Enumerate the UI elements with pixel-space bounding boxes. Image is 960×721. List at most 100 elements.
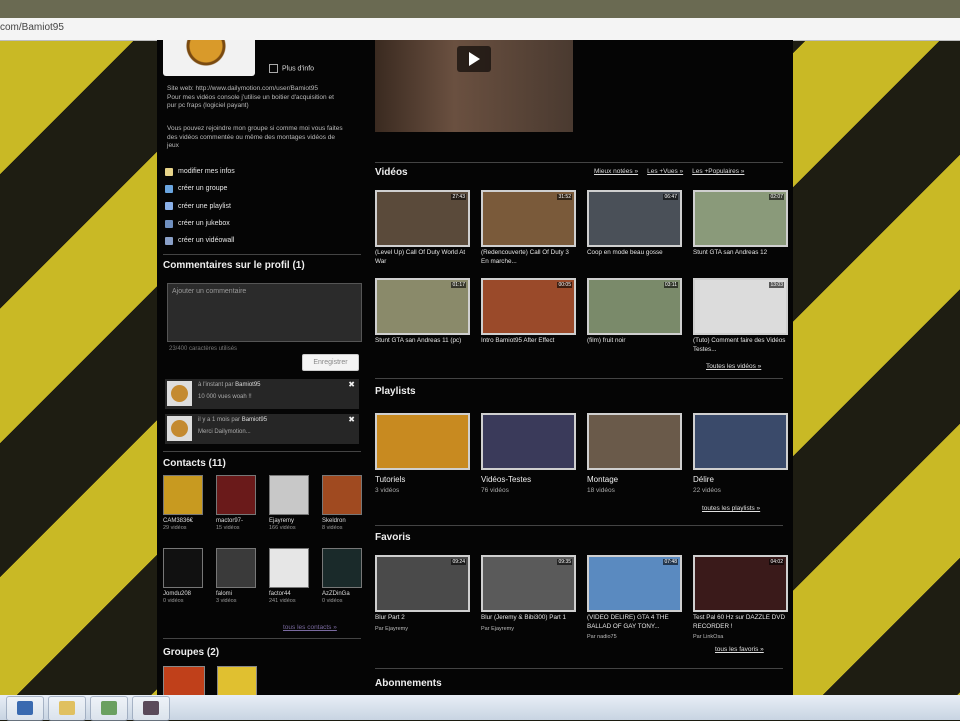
featured-video-player[interactable] (375, 40, 573, 132)
favorite-thumbnail[interactable]: 04:02 (693, 555, 788, 612)
sort-link[interactable]: Mieux notées » (594, 168, 638, 175)
avatar-image (181, 40, 231, 70)
video-thumbnail[interactable]: 13:03 (693, 278, 788, 335)
group-thumb[interactable] (217, 666, 257, 695)
play-button[interactable] (457, 46, 491, 72)
video-duration: 13:03 (769, 282, 784, 288)
video-thumbnail[interactable]: 00:05 (481, 278, 576, 335)
contact-name: falomi (216, 591, 233, 597)
favorite-item[interactable]: 09:35 Blur (Jeremy & Bibi300) Part 1 Par E… (481, 555, 576, 632)
all-videos-link[interactable]: Toutes les vidéos » (706, 363, 761, 370)
action-playlist[interactable]: créer une playlist (165, 198, 235, 215)
video-item[interactable]: 00:05 Intro Bamiot95 After Effect (481, 278, 576, 346)
address-bar[interactable]: com/Bamiot95 (0, 18, 960, 41)
video-thumbnail[interactable]: 02:07 (693, 190, 788, 247)
favorite-author: Par Ejayremy (375, 625, 409, 632)
contact-item[interactable]: CAM3836€ 29 vidéos (163, 475, 207, 531)
contact-item[interactable]: Skeldron 8 vidéos (322, 475, 366, 531)
video-title: Stunt GTA san Andreas 12 (693, 249, 768, 256)
save-button[interactable]: Enregistrer (302, 354, 359, 371)
video-item[interactable]: 31:52 (Redencouverte) Call Of Duty 3 En m… (481, 190, 576, 266)
comment-author[interactable]: Bamiot95 (235, 382, 260, 388)
action-label: créer une playlist (178, 202, 231, 210)
contact-item[interactable]: falomi 3 vidéos (216, 548, 260, 604)
taskbar-button[interactable] (132, 696, 170, 721)
playlist-item[interactable]: Montage 18 vidéos (587, 413, 682, 494)
video-item[interactable]: 27:43 (Level Up) Call Of Duty World At Wa… (375, 190, 470, 266)
video-title: (film) fruit noir (587, 337, 626, 344)
video-thumbnail[interactable]: 03:11 (587, 278, 682, 335)
playlist-thumbnail[interactable] (587, 413, 682, 470)
video-duration: 27:43 (451, 194, 466, 200)
taskbar-button[interactable] (48, 696, 86, 721)
favorite-thumbnail[interactable]: 09:35 (481, 555, 576, 612)
contact-name: mactor97- (216, 518, 244, 524)
commenter-avatar[interactable] (167, 381, 192, 406)
video-thumbnail[interactable]: 31:52 (481, 190, 576, 247)
favorite-author: Par nadio75 (587, 634, 617, 640)
commenter-avatar[interactable] (167, 416, 192, 441)
contact-avatar (216, 548, 256, 588)
desc-line: des vidéos commentée ou même des montage… (167, 133, 336, 141)
all-playlists-link[interactable]: toutes les playlists » (702, 505, 760, 512)
close-icon[interactable]: ✖ (348, 380, 355, 389)
close-icon[interactable]: ✖ (348, 415, 355, 424)
action-pencil[interactable]: modifier mes infos (165, 163, 235, 180)
video-item[interactable]: 13:03 (Tuto) Comment faire des Vidéos Tes… (693, 278, 788, 354)
favorite-thumbnail[interactable]: 09:24 (375, 555, 470, 612)
subscriptions-title: Abonnements (375, 678, 442, 689)
favorite-title: (VIDEO DELIRE) GTA 4 THE BALLAD OF GAY T… (587, 614, 669, 630)
more-info-link[interactable]: Plus d'info (269, 64, 314, 73)
video-item[interactable]: 01:17 Stunt GTA san Andreas 11 (pc) (375, 278, 470, 346)
contact-item[interactable]: AzZDinGa 0 vidéos (322, 548, 366, 604)
video-thumbnail[interactable]: 01:17 (375, 278, 470, 335)
desc-line: jeux (167, 142, 179, 149)
playlist-item[interactable]: Tutoriels 3 vidéos (375, 413, 470, 494)
taskbar-button[interactable] (90, 696, 128, 721)
comment-placeholder: Ajouter un commentaire (172, 288, 247, 295)
contact-item[interactable]: Ejayremy 166 vidéos (269, 475, 313, 531)
website-line[interactable]: Site web: http://www.dailymotion.com/use… (167, 85, 362, 94)
sort-link[interactable]: Les +Vues » (647, 168, 683, 175)
video-item[interactable]: 02:07 Stunt GTA san Andreas 12 (693, 190, 788, 258)
all-favorites-link[interactable]: tous les favoris » (715, 646, 764, 653)
favorite-item[interactable]: 07:48 (VIDEO DELIRE) GTA 4 THE BALLAD OF … (587, 555, 682, 640)
video-item[interactable]: 06:47 Coop en mode beau gosse (587, 190, 682, 258)
playlist-video-count: 18 vidéos (587, 487, 615, 494)
video-title: (Tuto) Comment faire des Vidéos Testes..… (693, 337, 786, 353)
taskbar-button[interactable] (6, 696, 44, 721)
contact-video-count: 8 vidéos (322, 525, 343, 531)
contact-name: Ejayremy (269, 518, 295, 524)
contact-item[interactable]: mactor97- 15 vidéos (216, 475, 260, 531)
favorite-thumbnail[interactable]: 07:48 (587, 555, 682, 612)
favorite-item[interactable]: 04:02 Test Pal 60 Hz sur DAZZLE DVD RECOR… (693, 555, 788, 640)
contact-item[interactable]: Jomdu208 0 vidéos (163, 548, 207, 604)
video-thumbnail[interactable]: 27:43 (375, 190, 470, 247)
video-sort-links: Mieux notées » Les +Vues » Les +Populaires… (594, 168, 753, 175)
play-icon (469, 52, 480, 66)
playlist-name: Délire (693, 475, 714, 484)
favorite-item[interactable]: 09:24 Blur Part 2 Par Ejayremy (375, 555, 470, 632)
video-thumbnail[interactable]: 06:47 (587, 190, 682, 247)
all-contacts-link[interactable]: tous les contacts » (283, 624, 337, 631)
desktop-top-strip (0, 0, 960, 18)
video-item[interactable]: 03:11 (film) fruit noir (587, 278, 682, 346)
playlist-item[interactable]: Vidéos-Testes 76 vidéos (481, 413, 576, 494)
sort-link[interactable]: Les +Populaires » (692, 168, 744, 175)
playlist-name: Tutoriels (375, 475, 406, 484)
playlist-thumbnail[interactable] (693, 413, 788, 470)
group-thumb[interactable] (163, 666, 205, 695)
action-jukebox[interactable]: créer un jukebox (165, 215, 235, 232)
divider (163, 451, 361, 452)
contact-avatar (163, 475, 203, 515)
contact-item[interactable]: factor44 241 vidéos (269, 548, 313, 604)
playlist-thumbnail[interactable] (375, 413, 470, 470)
comment-input[interactable]: Ajouter un commentaire (167, 283, 362, 342)
contact-video-count: 29 vidéos (163, 525, 187, 531)
favorite-author: Par LinkOsa (693, 634, 724, 640)
playlist-item[interactable]: Délire 22 vidéos (693, 413, 788, 494)
action-group[interactable]: créer un groupe (165, 180, 235, 197)
comment-author[interactable]: Bamiot95 (242, 417, 267, 423)
playlist-thumbnail[interactable] (481, 413, 576, 470)
action-videowall[interactable]: créer un vidéowall (165, 232, 235, 249)
